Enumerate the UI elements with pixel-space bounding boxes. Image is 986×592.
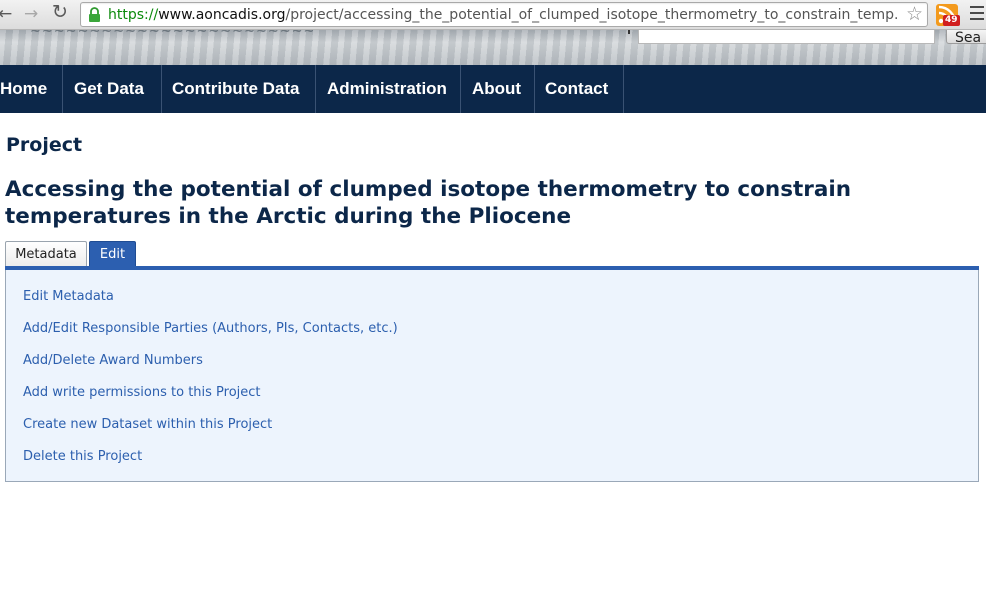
page-title: Accessing the potential of clumped isoto… xyxy=(5,177,852,229)
url-scheme: https:// xyxy=(108,7,159,23)
site-logo[interactable]: ~~~~~~~~~~~~~~~~~~~~~~~~ xyxy=(30,30,315,39)
rss-count-badge: 49 xyxy=(943,15,960,26)
tab-edit[interactable]: Edit xyxy=(89,241,136,267)
site-banner: ~~~~~~~~~~~~~~~~~~~~~~~~ Sea xyxy=(0,30,986,65)
search-button[interactable]: Sea xyxy=(946,30,986,44)
browser-toolbar: ← → ↻ https://www.aoncadis.org/project/a… xyxy=(0,0,986,30)
section-label: Project xyxy=(6,134,83,156)
browser-menu-icon[interactable] xyxy=(970,6,984,22)
edit-panel: Edit Metadata Add/Edit Responsible Parti… xyxy=(5,270,979,482)
main-nav: Home Get Data Contribute Data Administra… xyxy=(0,65,986,113)
delete-project-link[interactable]: Delete this Project xyxy=(23,449,142,464)
url-text: https://www.aoncadis.org/project/accessi… xyxy=(108,6,898,24)
nav-item-contribute-data[interactable]: Contribute Data xyxy=(162,65,316,113)
address-bar[interactable]: https://www.aoncadis.org/project/accessi… xyxy=(80,2,928,27)
edit-responsible-parties-link[interactable]: Add/Edit Responsible Parties (Authors, P… xyxy=(23,321,398,336)
award-numbers-link[interactable]: Add/Delete Award Numbers xyxy=(23,353,203,368)
banner-divider xyxy=(628,30,630,34)
nav-item-administration[interactable]: Administration xyxy=(316,65,461,113)
nav-item-home[interactable]: Home xyxy=(0,65,63,113)
search-input[interactable] xyxy=(638,30,935,44)
lock-icon xyxy=(89,7,100,22)
tab-metadata[interactable]: Metadata xyxy=(5,241,87,267)
create-dataset-link[interactable]: Create new Dataset within this Project xyxy=(23,417,272,432)
back-arrow-icon[interactable]: ← xyxy=(0,4,12,24)
url-path: /project/accessing_the_potential_of_clum… xyxy=(285,7,898,23)
forward-arrow-icon[interactable]: → xyxy=(24,4,38,24)
bookmark-star-icon[interactable]: ☆ xyxy=(906,4,923,24)
write-permissions-link[interactable]: Add write permissions to this Project xyxy=(23,385,261,400)
edit-metadata-link[interactable]: Edit Metadata xyxy=(23,289,114,304)
url-host: www.aoncadis.org xyxy=(158,7,286,23)
nav-item-get-data[interactable]: Get Data xyxy=(63,65,162,113)
reload-icon[interactable]: ↻ xyxy=(52,2,68,22)
nav-item-contact[interactable]: Contact xyxy=(535,65,624,113)
nav-item-about[interactable]: About xyxy=(461,65,535,113)
